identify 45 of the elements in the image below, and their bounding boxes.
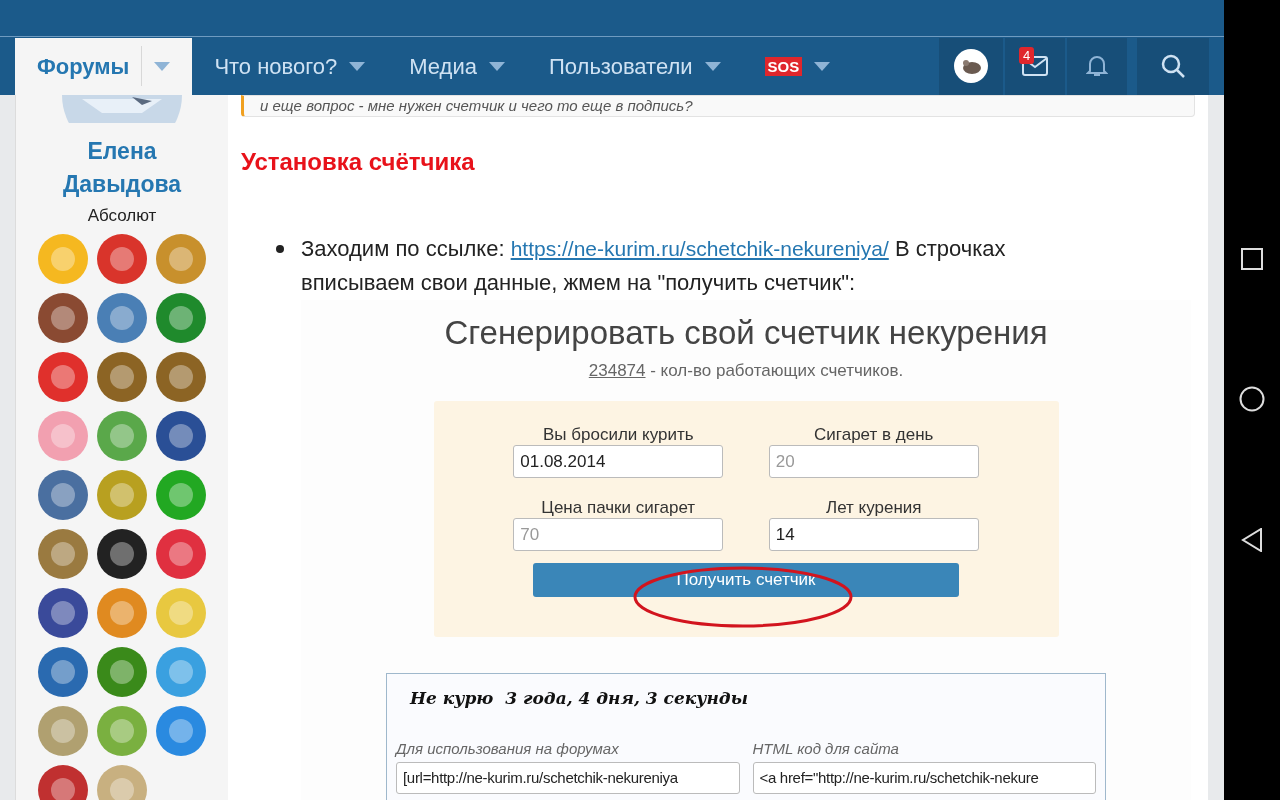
- nav-tab[interactable]: SOS: [742, 37, 853, 95]
- field-label: Цена пачки сигарет: [541, 498, 696, 518]
- nav-tab[interactable]: Медиа: [387, 37, 527, 95]
- post-paragraph: Заходим по ссылке: https://ne-kurim.ru/schetchik-nekureniya/ В строчках вписываем свои данные, жмем на "получить счетчик":: [301, 235, 1007, 297]
- field-label: Сигарет в день: [814, 425, 934, 445]
- caret-icon: [349, 61, 366, 71]
- caret-icon: [704, 61, 721, 71]
- field-label: Лет курения: [826, 498, 922, 518]
- generator-title: Сгенерировать свой счетчик некурения: [444, 313, 1048, 353]
- search-icon: [1160, 53, 1186, 79]
- inbox-button[interactable]: 4: [1005, 37, 1065, 95]
- user-title: Абсолют: [87, 205, 157, 227]
- field-label: Вы бросили курить: [542, 425, 694, 445]
- caret-icon: [814, 61, 831, 71]
- nav-tab[interactable]: Форумы: [15, 37, 193, 95]
- sos-icon: SOS: [764, 56, 803, 76]
- code-label: HTML код для сайта: [752, 738, 900, 759]
- result-title: Не курю 3 года, 4 дня, 3 секунды: [410, 687, 749, 710]
- home-icon[interactable]: [1239, 386, 1265, 412]
- input-field[interactable]: 20: [768, 445, 979, 478]
- user-name[interactable]: Елена Давыдова: [47, 135, 197, 201]
- input-field[interactable]: 70: [513, 518, 724, 551]
- code-field[interactable]: [url=http://ne-kurim.ru/schetchik-nekureniya: [396, 762, 740, 794]
- avatar-button[interactable]: [939, 37, 1003, 95]
- recents-icon[interactable]: [1241, 248, 1263, 270]
- counter-link[interactable]: https://ne-kurim.ru/schetchik-nekureniya/: [510, 237, 889, 260]
- bell-icon: [1086, 54, 1108, 78]
- caret-icon: [154, 61, 171, 71]
- code-label: Для использования на форумах: [396, 738, 620, 759]
- avatar-icon: [954, 49, 988, 83]
- post-heading: Установка счётчика: [241, 147, 476, 177]
- nav-tab[interactable]: Что нового?: [192, 37, 388, 95]
- notifications-button[interactable]: [1067, 37, 1127, 95]
- quote-text: и еще вопрос - мне нужен счетчик и чего то еще в подпись?: [260, 96, 693, 116]
- counter-stat: 234874 - кол-во работающих счетчиков.: [588, 359, 904, 382]
- caret-icon: [489, 61, 505, 71]
- search-button[interactable]: [1137, 37, 1209, 95]
- input-field[interactable]: 01.08.2014: [513, 445, 724, 478]
- get-counter-button[interactable]: Получить счетчик: [533, 563, 959, 597]
- back-icon[interactable]: [1241, 528, 1263, 552]
- unread-count: 4: [1019, 46, 1035, 64]
- nav-tab[interactable]: Пользователи: [527, 37, 743, 95]
- bullet-icon: [276, 245, 284, 253]
- code-field[interactable]: <a href="http://ne-kurim.ru/schetchik-nekure: [752, 762, 1096, 794]
- input-field[interactable]: 14: [768, 518, 979, 551]
